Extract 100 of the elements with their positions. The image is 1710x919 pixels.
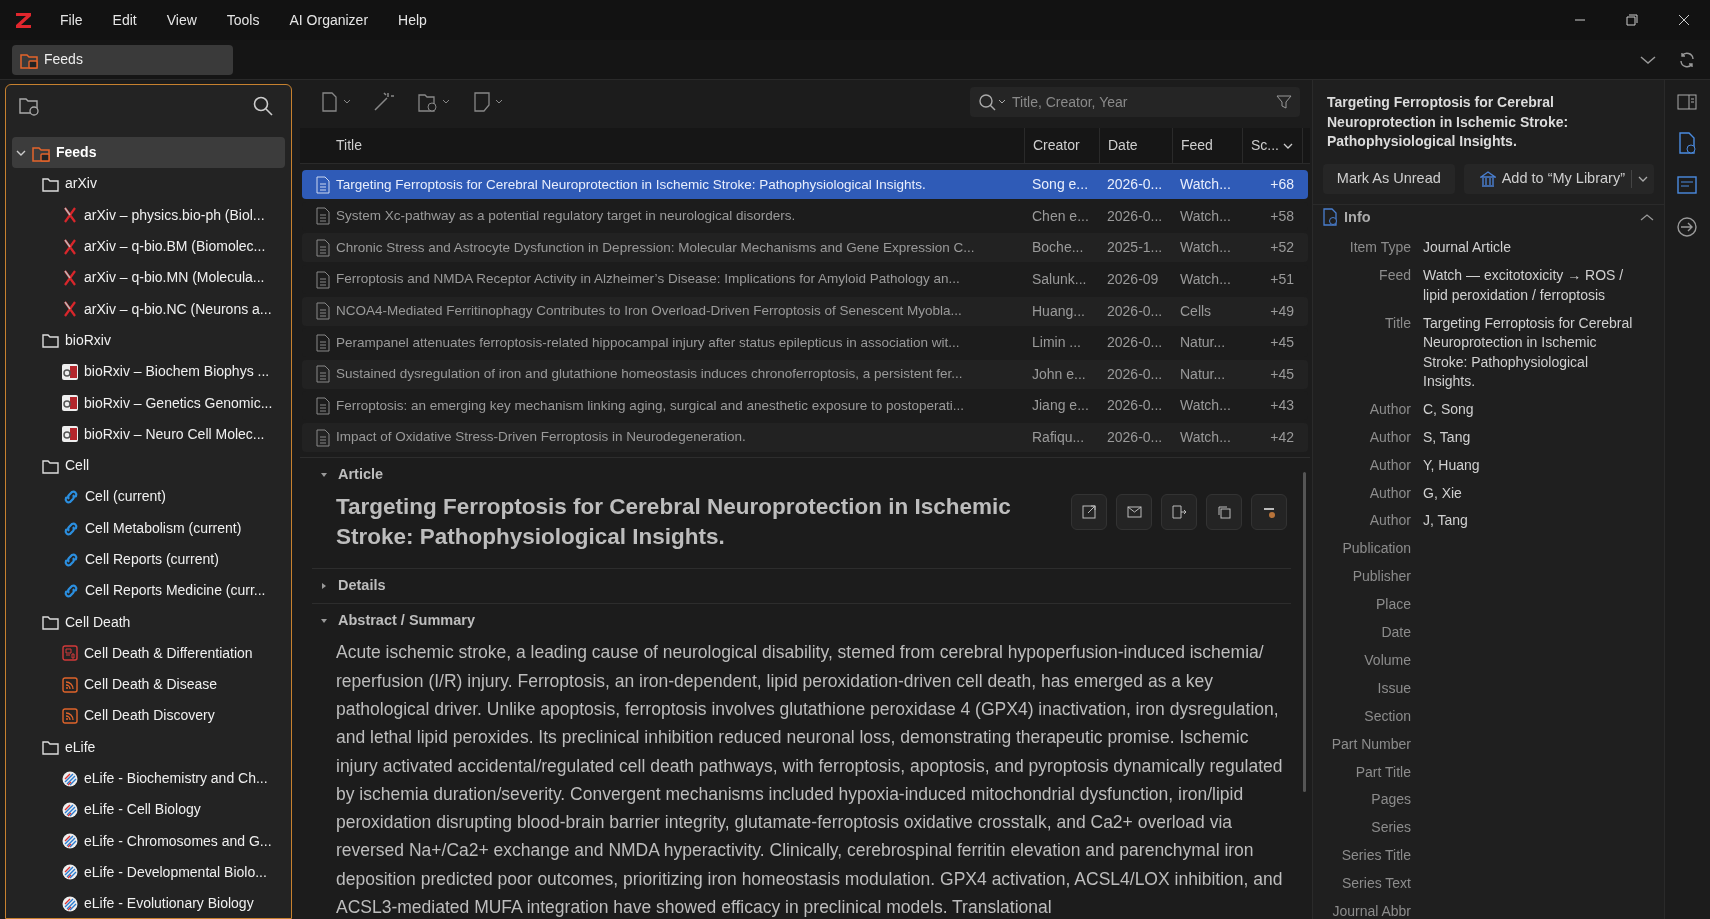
tree-item[interactable]: Feeds (12, 137, 285, 169)
field-value: Y, Huang (1423, 455, 1481, 475)
export-button[interactable] (1161, 494, 1197, 531)
mark-unread-button[interactable]: Mark As Unread (1323, 163, 1455, 194)
tree-item[interactable]: Cell Death & Disease (12, 669, 285, 701)
tree-item[interactable]: Cell (current) (12, 481, 285, 513)
search-field[interactable]: Title, Creator, Year (970, 87, 1300, 117)
journal-logo-icon (62, 395, 78, 411)
tree-item[interactable]: arXiv (12, 168, 285, 200)
mail-button[interactable] (1116, 494, 1152, 531)
tree-item[interactable]: bioRxiv – Biochem Biophys ... (12, 356, 285, 388)
tree-item[interactable]: eLife - Chromosomes and G... (12, 825, 285, 857)
abstract-text: Acute ischemic stroke, a leading cause of neurological disability, stemed from cerebral hypoperfusion-induced ischemia/ reperfusion (I/R) injury. Ferroptosis, an iron-dependent, lipid peroxidation-driven cell death, has emerged as a key pathological driver. Unlike apoptosis, ferroptosis involves glutathione peroxidase 4 (GPX4) inactivation, iron dysregulation, and lethal lipid peroxides. Its preclinical inhibition reduced neuronal loss, demonstrating therapeutic promise. Ischemic injury activated accidental/regulated cell death pathways, with ferroptosis, apoptosis, and pyroptosis dynamically regulated by ischemia duration/severity. Convergent mechanisms included hypoxia-induced mitochondrial dysfunction, iron/lipid peroxidation disrupting blood-brain barrier integrity, glutamate-ferroptosis oxidative crosstalk, and Ca2+ overload via reversed Na+/Ca2+ exchange and NMDA hyperactivity. Clinically, cerebrospinal ferritin elevation and parenchymal iron deposition predicted poor outcomes, prioritizing iron homeostasis modulation. GPX4 activation, ACSL4/LOX inhibition, and ACSL3-mediated MUFA integration have showed efficacy in preclinical models. Translational (335, 641, 1284, 919)
column-header[interactable]: Feed (1172, 128, 1242, 163)
menu-item[interactable]: AI Organizer (289, 9, 369, 31)
tree-item[interactable]: Cell Death (12, 606, 285, 638)
panel-icon[interactable] (1677, 94, 1697, 110)
field-value: C, Song (1423, 399, 1475, 419)
document-icon (316, 428, 330, 447)
open-link-button[interactable] (1071, 494, 1107, 531)
arrow-circle-icon[interactable] (1676, 216, 1698, 238)
column-header[interactable]: Date (1099, 128, 1172, 163)
tree-item[interactable]: Cell Death Discovery (12, 700, 285, 732)
menu-item[interactable]: File (60, 9, 83, 31)
notes-icon[interactable] (1677, 176, 1697, 194)
tree-item[interactable]: bioRxiv – Genetics Genomic... (12, 387, 285, 419)
tree-item[interactable]: bioRxiv – Neuro Cell Molec... (12, 418, 285, 450)
table-row[interactable]: Sustained dysregulation of iron and glutathione homeostasis induces chronoferroptosis, a persistent fer... John e... 2026-0... Natur... +45 (302, 359, 1308, 389)
table-cell-text: Ferroptosis and NMDA Receptor Activity in Alzheimer’s Disease: Implications for Amyloid Pathology an... (336, 270, 960, 289)
tree-item[interactable]: eLife (12, 731, 285, 763)
menu-item[interactable]: Help (398, 9, 427, 31)
close-icon[interactable] (1678, 14, 1690, 26)
globe-icon (62, 895, 78, 912)
info-section-header[interactable]: Info (1313, 206, 1664, 229)
table-cell: +42 (1270, 429, 1294, 446)
field-label: Author (1369, 428, 1411, 445)
add-to-library-button[interactable]: Add to “My Library” (1463, 163, 1654, 194)
tree-item[interactable]: Cell Death & Differentiation (12, 637, 285, 670)
sync-icon[interactable] (1678, 50, 1696, 69)
search-input[interactable]: Title, Creator, Year (1012, 91, 1272, 113)
new-item-icon[interactable] (320, 91, 350, 113)
table-cell-text: Sustained dysregulation of iron and glutathione homeostasis induces chronoferroptosis, a persistent fer... (336, 365, 963, 384)
table-cell: +51 (1270, 271, 1294, 288)
column-header[interactable]: Title (300, 128, 1024, 163)
table-cell: +45 (1270, 365, 1294, 382)
feeds-tab[interactable]: Feeds (12, 44, 233, 75)
search-icon[interactable] (978, 93, 1008, 111)
tree-item[interactable]: arXiv – q-bio.MN (Molecula... (12, 262, 285, 294)
table-row[interactable]: Impact of Oxidative Stress-Driven Ferroptosis in Neurodegeneration. Rafiqu... 2026-0... Watch... +42 (302, 423, 1308, 453)
sort-chevron-icon (1283, 141, 1293, 150)
tree-item[interactable]: Cell Reports Medicine (curr... (12, 575, 285, 607)
field-label: Issue (1377, 679, 1411, 696)
table-cell-text: Ferroptosis: an emerging key mechanism linking aging, surgical and anesthetic exposure to postoperati... (336, 396, 965, 415)
globe-icon (62, 801, 78, 818)
tree-item[interactable]: eLife - Developmental Biolo... (12, 856, 285, 889)
column-header[interactable]: Sc... (1242, 128, 1302, 163)
table-row[interactable]: Chronic Stress and Astrocyte Dysfunction in Depression: Molecular Mechanisms and Gene Expression C... Boche... 2025-1... Watch... +52 (302, 233, 1308, 263)
magic-wand-icon[interactable] (372, 91, 394, 113)
table-row[interactable]: NCOA4-Mediated Ferritinophagy Contributes to Iron Overload-Driven Ferroptosis of Senescent Myobla... Huang... 2026-0... Cells +49 (302, 296, 1308, 326)
zotero-logo-icon[interactable] (15, 11, 32, 29)
tree-item[interactable]: Cell Metabolism (current) (12, 512, 285, 544)
section-header[interactable]: Abstract / Summary (312, 604, 1291, 639)
tree-item[interactable]: eLife - Biochemistry and Ch... (12, 762, 285, 795)
section-header[interactable]: Details (312, 569, 1291, 604)
scrollbar[interactable] (1303, 472, 1306, 793)
table-row[interactable]: Targeting Ferroptosis for Cerebral Neuroprotection in Ischemic Stroke: Pathophysiological Insights. Song e... 2026-0... Watch... +68 (302, 170, 1308, 200)
cross-icon (62, 237, 78, 256)
link-icon (62, 551, 79, 568)
new-collection-icon[interactable] (18, 96, 40, 116)
tree-item[interactable]: arXiv – q-bio.NC (Neurons a... (12, 293, 285, 325)
globe-icon (62, 833, 78, 850)
column-header[interactable]: Creator (1024, 128, 1099, 163)
tree-item[interactable]: Cell (12, 449, 285, 482)
tree-item[interactable]: eLife - Evolutionary Biology (12, 888, 285, 918)
folder-icon (42, 457, 59, 474)
section-header[interactable]: Article (312, 458, 1291, 493)
tree-item[interactable]: arXiv – physics.bio-ph (Biol... (12, 199, 285, 231)
toggle-button[interactable] (1251, 494, 1287, 531)
tree-item[interactable]: Cell Reports (current) (12, 543, 285, 576)
folder-icon (42, 175, 59, 192)
tree-item[interactable]: bioRxiv (12, 324, 285, 357)
document-icon[interactable] (1677, 132, 1697, 154)
filter-icon[interactable] (1276, 94, 1292, 110)
field-value: G, Xie (1423, 483, 1463, 503)
tree-item[interactable]: eLife - Cell Biology (12, 794, 285, 826)
copy-button[interactable] (1206, 494, 1242, 531)
menu-item[interactable]: View (166, 9, 197, 31)
collapse-chevron-icon (1640, 212, 1654, 222)
menu-item[interactable]: Edit (112, 9, 137, 31)
note-icon[interactable] (472, 91, 502, 113)
menu-item[interactable]: Tools (226, 9, 260, 31)
field-label: Publication (1342, 540, 1411, 557)
attachment-icon[interactable] (416, 91, 450, 113)
maximize-icon[interactable] (1626, 14, 1638, 26)
table-cell-text: Targeting Ferroptosis for Cerebral Neuroprotection in Ischemic Stroke: Pathophysiological Insights. (336, 175, 926, 194)
chevron-down-icon[interactable] (1640, 54, 1656, 65)
table-cell: 2026-0... (1107, 176, 1163, 193)
table-cell-text: Impact of Oxidative Stress-Driven Ferroptosis in Neurodegeneration. (336, 428, 746, 447)
tree-item[interactable]: arXiv – q-bio.BM (Biomolec... (12, 230, 285, 263)
search-icon[interactable] (253, 96, 273, 116)
